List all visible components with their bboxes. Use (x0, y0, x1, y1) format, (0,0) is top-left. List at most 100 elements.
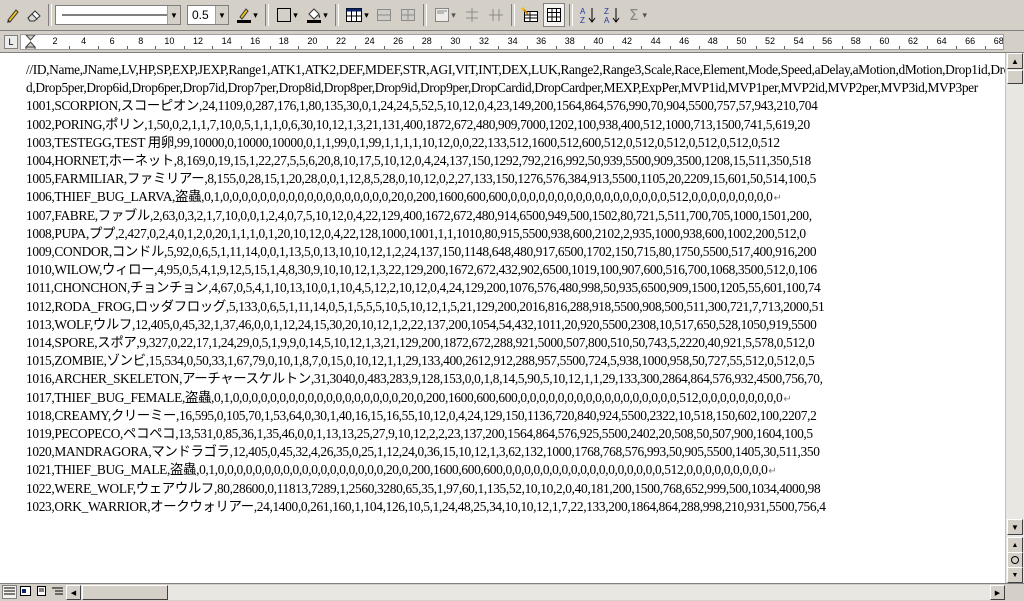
horizontal-scroll-thumb[interactable] (82, 585, 168, 600)
ruler-number: 58 (850, 36, 861, 46)
ruler-tick (641, 46, 643, 49)
ruler-tick (69, 46, 71, 49)
sort-ascending-button[interactable]: AZ (577, 3, 599, 27)
outline-view-icon (52, 583, 63, 601)
distribute-rows-icon (464, 7, 480, 23)
text-line[interactable]: 1023,ORK_WARRIOR,オークウォリアー,24,1400,0,261,… (26, 498, 826, 516)
text-line[interactable]: 1021,THIEF_BUG_MALE,盗蟲,0,1,0,0,0,0,0,0,0… (26, 461, 777, 481)
distribute-columns-button[interactable] (485, 3, 507, 27)
ruler-number: 16 (250, 36, 261, 46)
ruler-number: 52 (764, 36, 776, 46)
text-line[interactable]: 1018,CREAMY,クリーミー,16,595,0,105,70,1,53,6… (26, 407, 817, 425)
insert-table-button[interactable]: ▾ (343, 3, 371, 27)
print-layout-view-button[interactable] (34, 585, 49, 599)
ruler-number: 66 (965, 36, 976, 46)
sort-descending-button[interactable]: ZA (601, 3, 623, 27)
toolbar-separator (48, 4, 52, 26)
show-gridlines-button[interactable] (543, 3, 565, 27)
arrow-up-icon: ▲ (1011, 56, 1019, 66)
split-cells-button[interactable] (397, 3, 419, 27)
normal-view-button[interactable] (2, 585, 17, 599)
ruler-number: 34 (507, 36, 518, 46)
scroll-down-button[interactable]: ▼ (1007, 519, 1023, 535)
ruler-number: 64 (936, 36, 947, 46)
tables-and-borders-toolbar: ▼ 0.5 ▼ ▾ ▾ ▾ ▾ ▾ A Z Z A Σ ▾ (0, 0, 1024, 31)
text-line[interactable]: 1011,CHONCHON,チョンチョン,4,67,0,5,4,1,10,13,… (26, 279, 821, 297)
text-line[interactable]: 1014,SPORE,スポア,9,327,0,22,17,1,24,29,0,5… (26, 334, 815, 352)
indent-marker-icon[interactable] (25, 35, 36, 50)
ruler-tick (212, 46, 214, 49)
align-button[interactable]: ▾ (431, 3, 459, 27)
previous-page-button[interactable]: ▲ (1007, 537, 1023, 553)
horizontal-scrollbar[interactable]: ◀ ▶ (66, 585, 1005, 600)
text-line[interactable]: 1017,THIEF_BUG_FEMALE,盗蟲,0,1,0,0,0,0,0,0… (26, 389, 792, 409)
borders-button[interactable]: ▾ (273, 3, 301, 27)
next-page-button[interactable]: ▼ (1007, 567, 1023, 583)
line-text: 1023,ORK_WARRIOR,オークウォリアー,24,1400,0,261,… (26, 498, 826, 514)
draw-table-button[interactable] (4, 3, 22, 27)
text-line[interactable]: d,Drop5per,Drop6id,Drop6per,Drop7id,Drop… (26, 79, 978, 97)
text-line[interactable]: 1001,SCORPION,スコーピオン,24,1109,0,287,176,1… (26, 97, 818, 115)
ruler-tick (469, 46, 471, 49)
web-layout-view-button[interactable] (18, 585, 33, 599)
ruler-tick (784, 46, 786, 49)
table-autoformat-button[interactable] (519, 3, 541, 27)
pen-icon (5, 7, 21, 23)
scroll-left-button[interactable]: ◀ (66, 585, 81, 600)
scroll-right-button[interactable]: ▶ (990, 585, 1005, 600)
line-text: 1022,WERE_WOLF,ウェアウルフ,80,28600,0,11813,7… (26, 480, 821, 496)
text-line[interactable]: 1013,WOLF,ウルフ,12,405,0,45,32,1,37,46,0,0… (26, 316, 817, 334)
ruler-tick (727, 46, 729, 49)
show-gridlines-icon (546, 7, 562, 23)
text-line[interactable]: 1003,TESTEGG,TEST 用卵,99,10000,0,10000,10… (26, 134, 780, 152)
split-cells-icon (400, 7, 416, 23)
text-line[interactable]: 1006,THIEF_BUG_LARVA,盗蟲,0,1,0,0,0,0,0,0,… (26, 188, 782, 208)
line-style-select[interactable]: ▼ (55, 5, 181, 25)
paragraph-mark: ↵ (768, 466, 777, 478)
ruler-tick (526, 46, 528, 49)
ruler-number: 6 (109, 36, 115, 46)
select-browse-object-button[interactable] (1007, 552, 1023, 568)
vertical-scrollbar[interactable]: ▲ ▼ ▲ ▼ (1005, 53, 1024, 583)
ruler-tick (269, 46, 271, 49)
horizontal-ruler-row: L 2 4 6 8 10 12 14 16 18 20 22 24 26 28 30 32 34 36 38 40 42… (0, 31, 1024, 53)
ruler-tick (326, 46, 328, 49)
text-line[interactable]: 1020,MANDRAGORA,マンドラゴラ,12,405,0,45,32,4,… (26, 443, 820, 461)
document-page[interactable]: //ID,Name,JName,LV,HP,SP,EXP,JEXP,Range1… (0, 53, 1005, 583)
line-text: 1005,FARMILIAR,ファミリアー,8,155,0,28,15,1,20… (26, 171, 817, 187)
ruler-tick (669, 46, 671, 49)
text-line[interactable]: 1022,WERE_WOLF,ウェアウルフ,80,28600,0,11813,7… (26, 480, 821, 498)
autosum-button[interactable]: Σ ▾ (625, 3, 651, 27)
text-line[interactable]: 1004,HORNET,ホーネット,8,169,0,19,15,1,22,27,… (26, 152, 811, 170)
eraser-button[interactable] (24, 3, 44, 27)
line-text: 1002,PORING,ポリン,1,50,0,2,1,1,7,10,0,5,1,… (26, 116, 810, 132)
text-line[interactable]: 1016,ARCHER_SKELETON,アーチャースケルトン,31,3040,… (26, 370, 823, 388)
text-line[interactable]: 1009,CONDOR,コンドル,5,92,0,6,5,1,11,14,0,0,… (26, 243, 817, 261)
toolbar-separator (569, 4, 573, 26)
horizontal-ruler[interactable]: 2 4 6 8 10 12 14 16 18 20 22 24 26 28 30 32 34 36 38 40 42 44… (20, 34, 1004, 50)
line-weight-select[interactable]: 0.5 ▼ (187, 5, 229, 25)
ruler-tick (841, 46, 843, 49)
outline-view-button[interactable] (50, 585, 65, 599)
text-line[interactable]: 1019,PECOPECO,ペコペコ,13,531,0,85,36,1,35,4… (26, 425, 813, 443)
border-color-button[interactable]: ▾ (233, 3, 261, 27)
text-line[interactable]: 1010,WILOW,ウィロー,4,95,0,5,4,1,9,12,5,15,1… (26, 261, 817, 279)
line-text: 1004,HORNET,ホーネット,8,169,0,19,15,1,22,27,… (26, 153, 811, 168)
line-text: d,Drop5per,Drop6id,Drop6per,Drop7id,Drop… (26, 80, 978, 96)
ruler-tick (870, 46, 872, 49)
text-line[interactable]: 1012,RODA_FROG,ロッダフロッグ,5,133,0,6,5,1,11,… (26, 298, 825, 316)
distribute-rows-button[interactable] (461, 3, 483, 27)
text-line[interactable]: //ID,Name,JName,LV,HP,SP,EXP,JEXP,Range1… (26, 61, 1005, 79)
merge-cells-button[interactable] (373, 3, 395, 27)
text-line[interactable]: 1008,PUPA,ププ,2,427,0,2,4,0,1,2,0,20,1,1,… (26, 225, 806, 243)
text-line[interactable]: 1007,FABRE,ファブル,2,63,0,3,2,1,7,10,0,0,1,… (26, 207, 812, 225)
svg-text:A: A (580, 7, 586, 16)
text-line[interactable]: 1002,PORING,ポリン,1,50,0,2,1,1,7,10,0,5,1,… (26, 116, 810, 134)
vertical-scroll-thumb[interactable] (1007, 70, 1023, 84)
ruler-number: 32 (478, 36, 490, 46)
scroll-up-button[interactable]: ▲ (1007, 53, 1023, 69)
text-line[interactable]: 1015,ZOMBIE,ゾンビ,15,534,0,50,33,1,67,79,0… (26, 352, 815, 370)
shading-color-button[interactable]: ▾ (303, 3, 331, 27)
tab-selector[interactable]: L (4, 35, 18, 49)
text-line[interactable]: 1005,FARMILIAR,ファミリアー,8,155,0,28,15,1,20… (26, 170, 816, 188)
